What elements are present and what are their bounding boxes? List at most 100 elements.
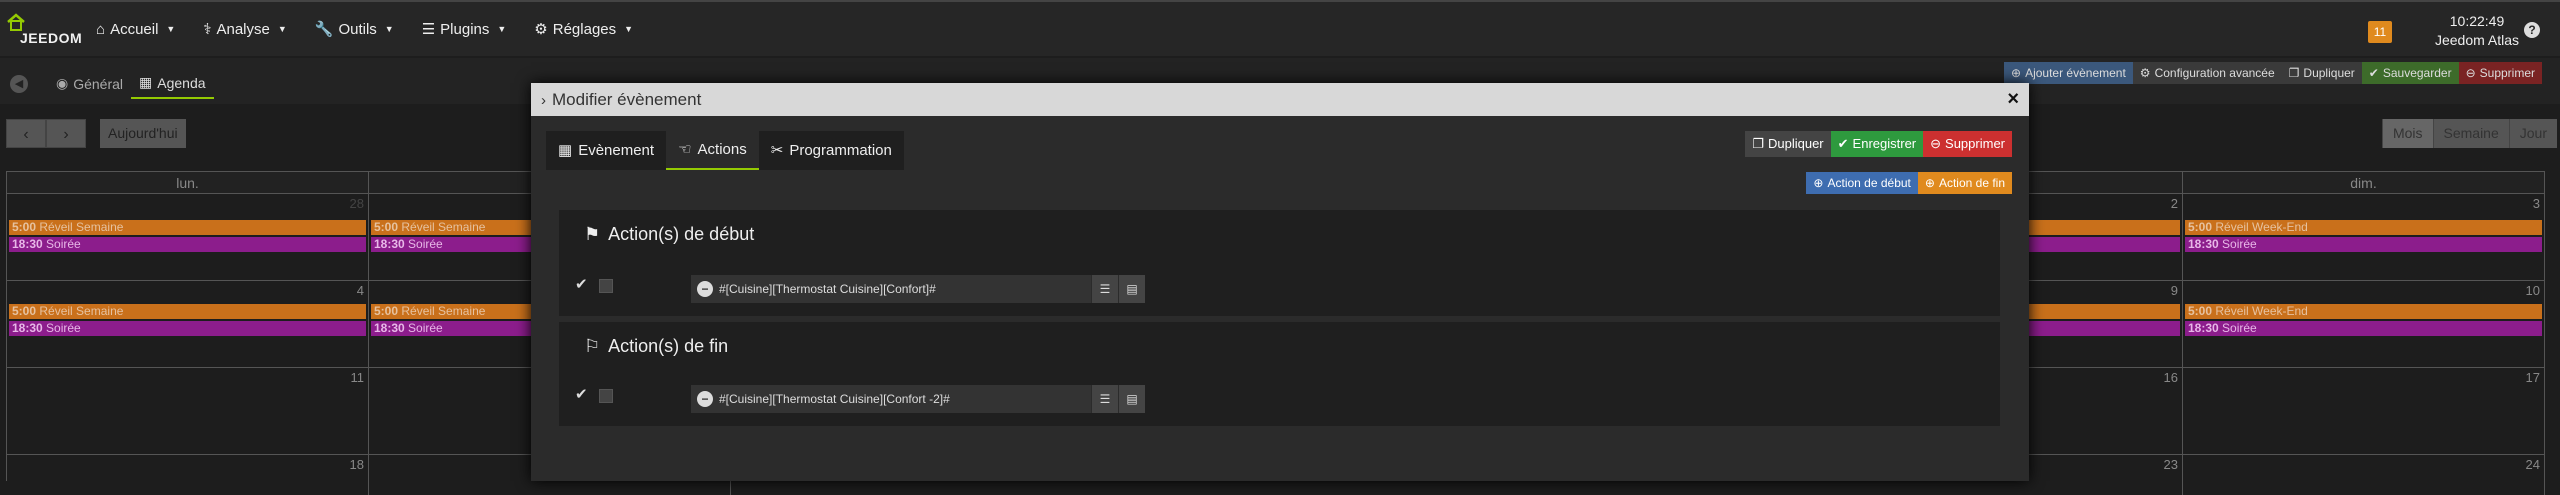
view-day[interactable]: Jour: [2508, 119, 2557, 148]
calendar-day-cell[interactable]: 28 5:00 Réveil Semaine 18:30 Soirée: [7, 194, 369, 281]
event-time: 5:00: [2188, 220, 2213, 234]
check-circle-icon: ✔: [1837, 136, 1849, 151]
event-time: 5:00: [374, 220, 399, 234]
check-circle-icon: ✔: [2368, 66, 2379, 80]
day-number: 3: [2532, 196, 2540, 211]
calendar-day-cell[interactable]: 3 5:00 Réveil Week-End 18:30 Soirée: [2183, 194, 2545, 281]
day-number: 17: [2525, 370, 2540, 385]
close-icon[interactable]: ×: [2007, 83, 2019, 116]
calendar-day-cell[interactable]: 17: [2183, 368, 2545, 455]
modal-buttons: ❐ Dupliquer ✔ Enregistrer ⊖ Supprimer: [1745, 131, 2012, 157]
command-value: #[Cuisine][Thermostat Cuisine][Confort -…: [719, 392, 950, 406]
tab-actions[interactable]: ☜ Actions: [666, 131, 759, 170]
help-icon[interactable]: ?: [2524, 22, 2540, 38]
minus-circle-icon: ⊖: [2465, 66, 2476, 80]
section-title-text: Action(s) de fin: [608, 336, 729, 356]
modal-save-button[interactable]: ✔ Enregistrer: [1830, 131, 1924, 157]
day-number: 28: [349, 196, 364, 211]
end-actions-section: ⚐ Action(s) de fin: [559, 322, 2000, 378]
nav-outils[interactable]: 🔧 Outils ▼: [315, 20, 394, 39]
hand-icon: ☜: [678, 141, 692, 158]
calendar-day-cell[interactable]: 11: [7, 368, 369, 455]
next-month-button[interactable]: ›: [46, 119, 86, 148]
event-time: 18:30: [12, 321, 43, 335]
event-reveil-week-end[interactable]: 5:00 Réveil Week-End: [2185, 304, 2542, 319]
section-title-text: Action(s) de début: [608, 224, 755, 244]
add-start-action-button[interactable]: ⊕ Action de début: [1806, 172, 1918, 194]
event-soiree[interactable]: 18:30 Soirée: [2185, 321, 2542, 336]
list-icon[interactable]: ☰: [1091, 275, 1118, 303]
event-time: 5:00: [2188, 304, 2213, 318]
caret-down-icon: ▼: [384, 24, 394, 34]
tab-programmation[interactable]: ✂ Programmation: [758, 131, 904, 170]
view-week[interactable]: Semaine: [2432, 119, 2509, 148]
nav-accueil[interactable]: ⌂ Accueil ▼: [96, 20, 175, 38]
event-soiree[interactable]: 18:30 Soirée: [9, 321, 366, 336]
add-event-button[interactable]: ⊕ Ajouter évènement: [2004, 62, 2133, 84]
calendar-day-cell[interactable]: 24: [2183, 455, 2545, 495]
background-checkbox[interactable]: [599, 279, 613, 293]
prev-month-button[interactable]: ‹: [6, 119, 46, 148]
nav-label: Analyse: [216, 20, 270, 38]
add-end-action-button[interactable]: ⊕ Action de fin: [1917, 172, 2012, 194]
select-cmd-icon[interactable]: ▤: [1118, 385, 1145, 413]
save-button[interactable]: ✔ Sauvegarder: [2361, 62, 2459, 84]
calendar-icon: ▦: [139, 74, 153, 90]
modal-title: Modifier évènement: [552, 90, 702, 109]
event-soiree[interactable]: 18:30 Soirée: [9, 237, 366, 252]
nav-plugins[interactable]: ☰ Plugins ▼: [422, 20, 507, 39]
nav-reglages[interactable]: ⚙ Réglages ▼: [534, 20, 633, 39]
copy-icon: ❐: [2288, 66, 2300, 80]
button-label: Dupliquer: [1767, 136, 1824, 151]
tab-general[interactable]: ◉ Général: [48, 69, 131, 98]
calendar-day-cell[interactable]: 10 5:00 Réveil Week-End 18:30 Soirée: [2183, 281, 2545, 368]
delete-button[interactable]: ⊖ Supprimer: [2458, 62, 2542, 84]
event-reveil-week-end[interactable]: 5:00 Réveil Week-End: [2185, 220, 2542, 235]
event-title: Soirée: [408, 237, 443, 251]
command-field[interactable]: − #[Cuisine][Thermostat Cuisine][Confort…: [691, 385, 1145, 413]
calendar-day-cell[interactable]: 18: [7, 455, 369, 495]
event-reveil-semaine[interactable]: 5:00 Réveil Semaine: [9, 304, 366, 319]
command-field[interactable]: − #[Cuisine][Thermostat Cuisine][Confort…: [691, 275, 1145, 303]
gears-icon: ⚙: [534, 21, 548, 38]
day-number: 4: [356, 283, 364, 298]
day-header-monday: lun.: [7, 171, 369, 194]
jeedom-logo[interactable]: JEEDOM: [6, 12, 82, 48]
duplicate-button[interactable]: ❐ Dupliquer: [2281, 62, 2362, 84]
view-switcher: Mois Semaine Jour: [2381, 119, 2557, 148]
modal-tabs: ▦ Evènement ☜ Actions ✂ Programmation: [546, 131, 904, 170]
remove-action-icon[interactable]: −: [697, 281, 713, 297]
select-cmd-icon[interactable]: ▤: [1118, 275, 1145, 303]
nav-analyse[interactable]: ⚕ Analyse ▼: [203, 20, 286, 39]
tab-agenda[interactable]: ▦ Agenda: [131, 68, 214, 99]
calendar-day-cell[interactable]: 4 5:00 Réveil Semaine 18:30 Soirée: [7, 281, 369, 368]
caret-down-icon: ▼: [166, 24, 176, 34]
plus-circle-icon: ⊕: [1813, 176, 1824, 190]
today-button[interactable]: Aujourd'hui: [100, 119, 186, 148]
notification-badge[interactable]: 11: [2368, 21, 2392, 43]
advanced-config-button[interactable]: ⚙ Configuration avancée: [2132, 62, 2282, 84]
list-icon[interactable]: ☰: [1091, 385, 1118, 413]
event-soiree[interactable]: 18:30 Soirée: [2185, 237, 2542, 252]
user-name[interactable]: Jeedom Atlas: [2412, 31, 2542, 50]
enable-checkbox[interactable]: ✔: [575, 387, 589, 402]
tab-evenement[interactable]: ▦ Evènement: [546, 131, 667, 170]
remove-action-icon[interactable]: −: [697, 391, 713, 407]
button-label: Action de fin: [1938, 176, 2005, 190]
enable-checkbox[interactable]: ✔: [575, 277, 589, 292]
calendar-toolbar: ‹ › Aujourd'hui: [6, 119, 186, 148]
view-month[interactable]: Mois: [2381, 119, 2433, 148]
event-reveil-semaine[interactable]: 5:00 Réveil Semaine: [9, 220, 366, 235]
plus-circle-icon: ⊕: [2011, 66, 2022, 80]
chevron-right-icon: ›: [541, 92, 546, 109]
section-title: ⚐ Action(s) de fin: [584, 336, 728, 357]
tab-label: Actions: [697, 141, 747, 158]
tab-label: Programmation: [789, 142, 892, 159]
command-value: #[Cuisine][Thermostat Cuisine][Confort]#: [719, 282, 936, 296]
background-checkbox[interactable]: [599, 389, 613, 403]
modal-delete-button[interactable]: ⊖ Supprimer: [1923, 131, 2012, 157]
back-arrow-icon[interactable]: ◀: [10, 74, 28, 93]
modal-duplicate-button[interactable]: ❐ Dupliquer: [1745, 131, 1831, 157]
button-label: Enregistrer: [1852, 136, 1917, 151]
main-nav: ⌂ Accueil ▼ ⚕ Analyse ▼ 🔧 Outils ▼ ☰ Plugins ▼ ⚙…: [96, 20, 661, 39]
